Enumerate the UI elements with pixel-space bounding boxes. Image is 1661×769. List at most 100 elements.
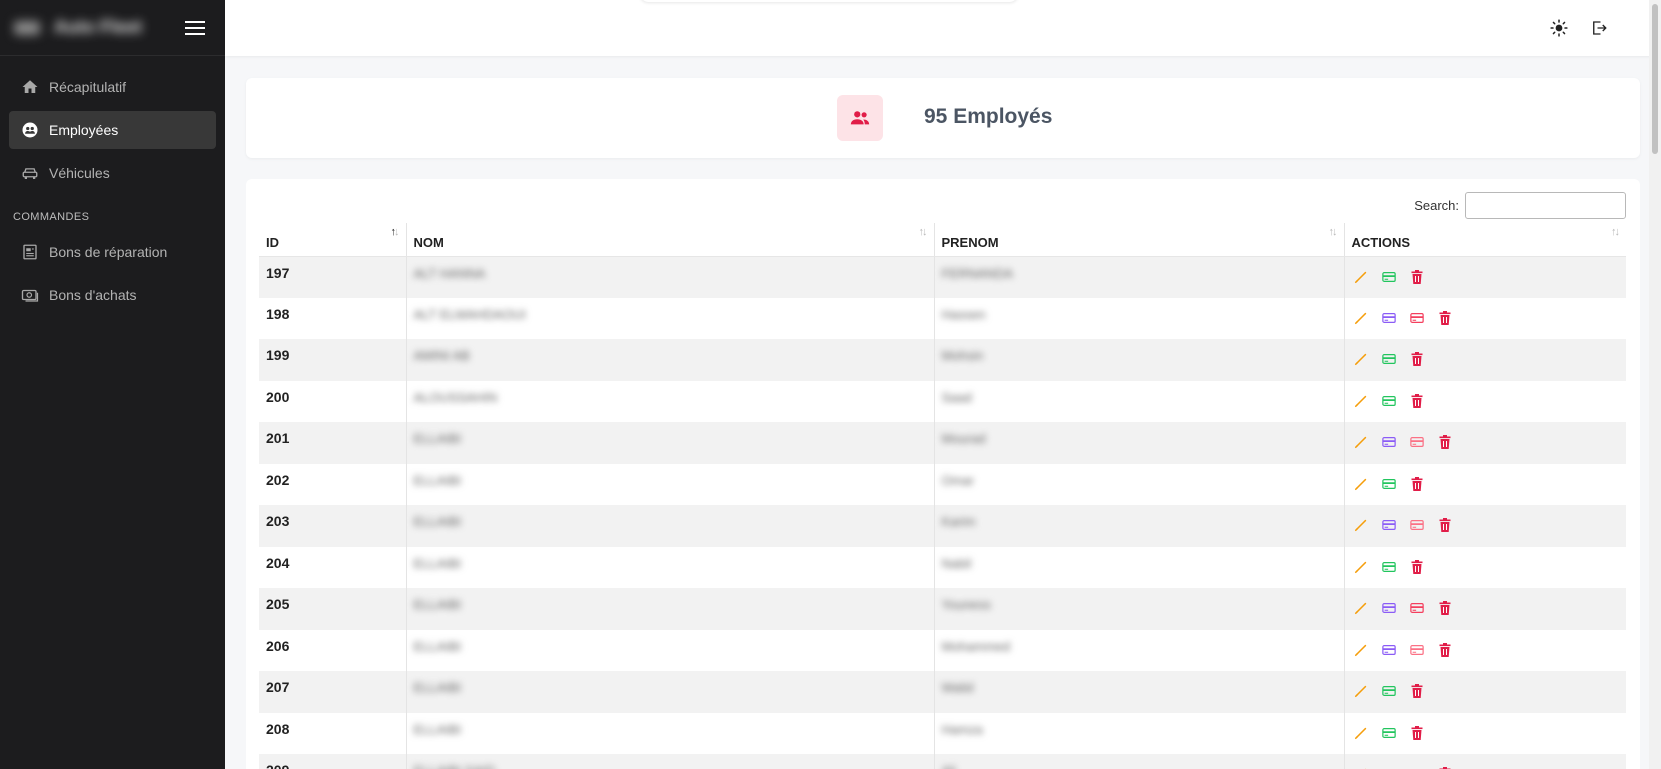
row-actions (1352, 306, 1620, 327)
card-red-icon[interactable] (1408, 765, 1426, 769)
trash-icon[interactable] (1408, 350, 1426, 368)
row-actions (1352, 721, 1620, 742)
card-purple-icon[interactable] (1380, 599, 1398, 617)
card-green-icon[interactable] (1380, 724, 1398, 742)
row-actions (1352, 513, 1620, 534)
card-green-icon[interactable] (1380, 392, 1398, 410)
row-actions (1352, 472, 1620, 493)
card-green-icon[interactable] (1380, 475, 1398, 493)
edit-pencil-icon[interactable] (1352, 641, 1370, 659)
hamburger-menu-icon[interactable] (181, 14, 209, 42)
column-header-id[interactable]: ID ↑↓ (259, 223, 406, 257)
users-circle-icon (22, 122, 38, 138)
trash-icon[interactable] (1408, 475, 1426, 493)
sidebar-item-label: Bons de réparation (49, 244, 168, 260)
sort-icon: ↑↓ (1611, 226, 1620, 238)
column-header-prenom[interactable]: PRENOM ↑↓ (933, 223, 1344, 257)
column-header-actions[interactable]: ACTIONS ↑↓ (1343, 223, 1626, 257)
cell-nom: ELLAIBI (405, 588, 934, 630)
search-input[interactable] (1465, 192, 1626, 219)
trash-icon[interactable] (1408, 268, 1426, 286)
cell-prenom: Saad (933, 380, 1344, 422)
edit-pencil-icon[interactable] (1352, 682, 1370, 700)
edit-pencil-icon[interactable] (1352, 392, 1370, 410)
edit-pencil-icon[interactable] (1352, 724, 1370, 742)
sidebar-item-label: Employées (49, 122, 119, 138)
trash-icon[interactable] (1436, 516, 1454, 534)
card-green-icon[interactable] (1380, 682, 1398, 700)
cell-nom: AMINI AB (405, 339, 934, 381)
card-purple-icon[interactable] (1380, 309, 1398, 327)
sidebar-item-label: Récapitulatif (49, 79, 127, 95)
cell-actions (1343, 712, 1626, 754)
trash-icon[interactable] (1436, 765, 1454, 769)
prenom-text: Saad (941, 389, 972, 405)
edit-pencil-icon[interactable] (1352, 350, 1370, 368)
trash-icon[interactable] (1408, 392, 1426, 410)
nom-text: ELLAIBI (413, 721, 462, 737)
edit-pencil-icon[interactable] (1352, 599, 1370, 617)
sidebar-item-vehicules[interactable]: Véhicules (9, 154, 216, 192)
prenom-text: Mourad (941, 431, 986, 446)
trash-icon[interactable] (1408, 558, 1426, 576)
card-red-icon[interactable] (1408, 641, 1426, 659)
table-row: 206 ELLAIBI Mohammed (259, 629, 1626, 671)
table-row: 208 ELLAIBI Hamza (259, 712, 1626, 754)
table-row: 205 ELLAIBI Youness (259, 588, 1626, 630)
sun-icon[interactable] (1547, 16, 1571, 40)
cell-nom: ELLAIBI (405, 422, 934, 464)
nom-text: ELLAIBI (413, 597, 462, 612)
topbar-notch (639, 0, 1019, 2)
card-purple-icon[interactable] (1380, 433, 1398, 451)
scrollbar-thumb[interactable] (1652, 4, 1658, 154)
cell-id: 197 (259, 256, 406, 298)
card-red-icon[interactable] (1408, 309, 1426, 327)
sidebar-item-label: Véhicules (49, 165, 110, 181)
page-scrollbar[interactable] (1649, 0, 1661, 769)
cell-id: 201 (259, 422, 406, 464)
cell-prenom: Mohammed (933, 629, 1344, 671)
row-actions (1352, 596, 1620, 617)
sidebar-item-recapitulatif[interactable]: Récapitulatif (9, 68, 216, 106)
sidebar-item-bons-reparation[interactable]: Bons de réparation (9, 233, 216, 271)
trash-icon[interactable] (1436, 641, 1454, 659)
row-actions (1352, 679, 1620, 700)
logout-icon[interactable] (1587, 16, 1611, 40)
card-purple-icon[interactable] (1380, 516, 1398, 534)
trash-icon[interactable] (1436, 309, 1454, 327)
trash-icon[interactable] (1408, 682, 1426, 700)
trash-icon[interactable] (1436, 599, 1454, 617)
trash-icon[interactable] (1408, 724, 1426, 742)
edit-pencil-icon[interactable] (1352, 268, 1370, 286)
card-purple-icon[interactable] (1380, 641, 1398, 659)
card-red-icon[interactable] (1408, 516, 1426, 534)
trash-icon[interactable] (1436, 433, 1454, 451)
sidebar: Auto Fleet Récapitulatif Employées Véhic… (0, 0, 225, 769)
edit-pencil-icon[interactable] (1352, 558, 1370, 576)
prenom-text: Nabil (941, 555, 972, 571)
brand[interactable]: Auto Fleet (14, 17, 142, 38)
card-purple-icon[interactable] (1380, 765, 1398, 769)
cell-prenom: FERNANDA (933, 256, 1344, 298)
edit-pencil-icon[interactable] (1352, 765, 1370, 769)
card-green-icon[interactable] (1380, 268, 1398, 286)
card-red-icon[interactable] (1408, 433, 1426, 451)
card-green-icon[interactable] (1380, 558, 1398, 576)
sort-icon: ↑↓ (918, 226, 928, 238)
cell-id: 199 (259, 339, 406, 381)
cell-actions (1343, 671, 1626, 713)
cell-nom: ELLAIBI (405, 546, 934, 588)
users-icon (837, 95, 883, 141)
prenom-text: Youness (941, 597, 991, 612)
edit-pencil-icon[interactable] (1352, 433, 1370, 451)
card-red-icon[interactable] (1408, 599, 1426, 617)
edit-pencil-icon[interactable] (1352, 309, 1370, 327)
sidebar-item-bons-achats[interactable]: Bons d'achats (9, 276, 216, 314)
edit-pencil-icon[interactable] (1352, 516, 1370, 534)
brand-logo (14, 20, 40, 35)
column-header-nom[interactable]: NOM ↑↓ (405, 223, 934, 257)
sidebar-item-employees[interactable]: Employées (9, 111, 216, 149)
card-green-icon[interactable] (1380, 350, 1398, 368)
sidebar-item-label: Bons d'achats (49, 287, 137, 303)
edit-pencil-icon[interactable] (1352, 475, 1370, 493)
